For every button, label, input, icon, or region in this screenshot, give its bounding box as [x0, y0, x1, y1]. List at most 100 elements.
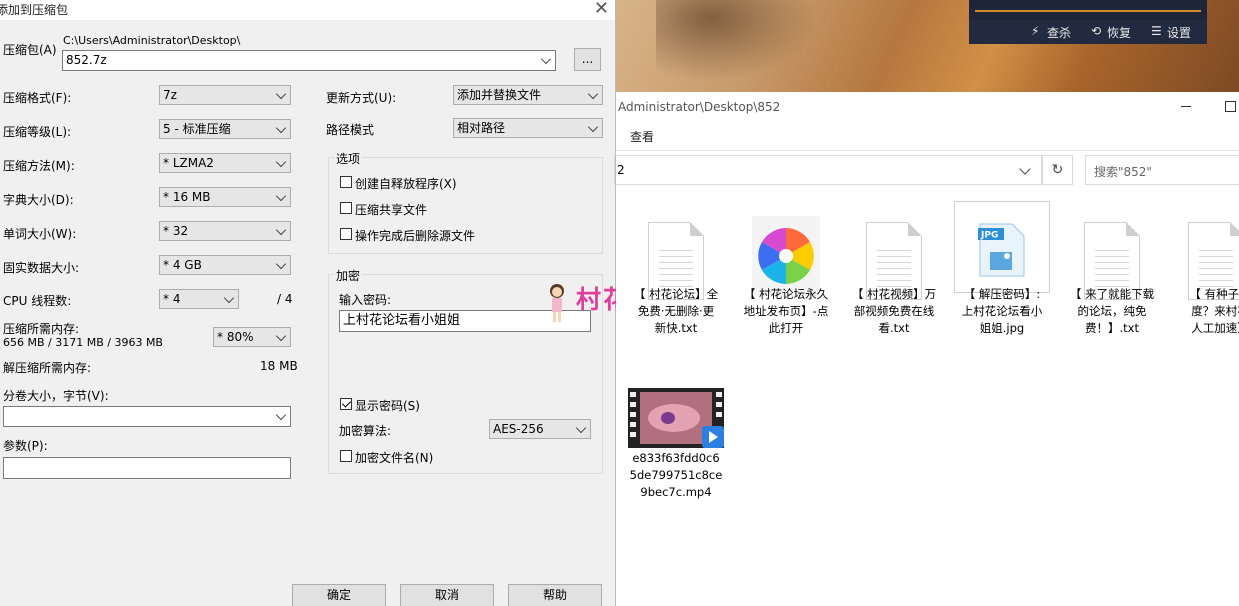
method-label: 压缩方法(M):: [3, 159, 75, 173]
solid-label: 固实数据大小:: [3, 261, 80, 275]
svg-text:JPG: JPG: [980, 231, 998, 241]
close-icon[interactable]: ✕: [594, 0, 609, 19]
solid-select[interactable]: * 4 GB: [159, 255, 291, 275]
options-title: 选项: [334, 150, 363, 167]
shared-checkbox[interactable]: [340, 202, 352, 214]
progress-line: [975, 10, 1201, 12]
ok-button[interactable]: 确定: [292, 584, 386, 606]
restore-icon[interactable]: ⟲: [1091, 24, 1101, 38]
file-name: 【 来了就能下载 的论坛，纯免 费！】.txt: [1069, 287, 1155, 335]
file-item[interactable]: 【 来了就能下载 的论坛，纯免 费！】.txt: [1060, 200, 1164, 350]
archive-label: 压缩包(A): [3, 43, 57, 57]
dict-value: * 16 MB: [163, 190, 211, 204]
solid-value: * 4 GB: [163, 258, 202, 272]
encrypt-names-checkbox[interactable]: [340, 450, 352, 462]
cancel-button[interactable]: 取消: [400, 584, 494, 606]
update-select[interactable]: 添加并替换文件: [453, 85, 603, 105]
chevron-down-icon: [275, 156, 287, 168]
format-value: 7z: [163, 88, 177, 102]
file-item[interactable]: 【 村花论坛】全 免费·无删除·更 新快.txt: [624, 200, 728, 350]
chevron-down-icon: [275, 88, 287, 100]
refresh-icon[interactable]: ↻: [1042, 155, 1073, 185]
word-label: 单词大小(W):: [3, 227, 77, 241]
pathmode-label: 路径模式: [326, 123, 375, 137]
dialog-titlebar: 添加到压缩包 ✕: [0, 0, 615, 20]
encryption-title: 加密: [334, 267, 363, 284]
update-value: 添加并替换文件: [457, 88, 542, 102]
menu-view[interactable]: 查看: [630, 128, 654, 145]
restore-button[interactable]: 恢复: [1107, 24, 1131, 41]
file-name: 【 村花视频】万 部视频免费在线 看.txt: [851, 287, 937, 335]
params-input[interactable]: [3, 457, 291, 479]
file-item[interactable]: 【 有种子就度？来村花人工加速】: [1168, 200, 1239, 350]
chevron-down-icon: [540, 53, 552, 65]
scan-icon[interactable]: ⚡: [1031, 24, 1039, 38]
archive-dir: C:\Users\Administrator\Desktop\: [63, 34, 241, 47]
delete-label: 操作完成后删除源文件: [355, 229, 476, 243]
scan-button[interactable]: 查杀: [1047, 24, 1071, 41]
file-item[interactable]: 【 村花论坛永久 地址发布页】-点 此打开: [734, 200, 838, 350]
chevron-down-icon: [275, 224, 287, 236]
file-item[interactable]: e833f63fdd0c6 5de799751c8ce 9bec7c.mp4: [624, 382, 728, 532]
word-value: * 32: [163, 224, 189, 238]
method-select[interactable]: * LZMA2: [159, 153, 291, 173]
shared-label: 压缩共享文件: [355, 203, 428, 217]
format-select[interactable]: 7z: [159, 85, 291, 105]
settings-button[interactable]: 设置: [1167, 24, 1191, 41]
level-label: 压缩等级(L):: [3, 125, 72, 139]
word-select[interactable]: * 32: [159, 221, 291, 241]
file-item[interactable]: 【 村花视频】万 部视频免费在线 看.txt: [842, 200, 946, 350]
file-name: 【 村花论坛】全 免费·无删除·更 新快.txt: [633, 287, 719, 335]
settings-icon[interactable]: ☰: [1151, 24, 1162, 38]
decomp-label: 解压缩所需内存:: [3, 361, 92, 375]
password-label: 输入密码:: [339, 293, 392, 307]
help-button[interactable]: 帮助: [508, 584, 602, 606]
split-label: 分卷大小，字节(V):: [3, 389, 109, 403]
sfx-checkbox[interactable]: [340, 176, 352, 188]
mem-percent-select[interactable]: * 80%: [213, 327, 291, 347]
file-name: 【 村花论坛永久 地址发布页】-点 此打开: [743, 287, 829, 335]
search-box[interactable]: 搜索"852": [1085, 155, 1239, 185]
show-password-checkbox[interactable]: [340, 398, 352, 410]
threads-select[interactable]: * 4: [159, 289, 239, 309]
banner-texture: [656, 0, 836, 92]
pathmode-select[interactable]: 相对路径: [453, 118, 603, 138]
threads-total: / 4: [277, 292, 293, 306]
browse-button[interactable]: ...: [574, 48, 601, 71]
address-text: 2: [617, 163, 625, 177]
dict-select[interactable]: * 16 MB: [159, 187, 291, 207]
chevron-down-icon: [587, 88, 599, 100]
show-password-label: 显示密码(S): [355, 399, 420, 413]
params-label: 参数(P):: [3, 439, 48, 453]
file-item[interactable]: JPG 【 解压密码】: 上村花论坛看小 姐姐.jpg: [950, 200, 1054, 350]
chevron-down-icon[interactable]: [1019, 163, 1031, 175]
archive-name-combo[interactable]: 852.7z: [62, 50, 556, 71]
chevron-down-icon: [275, 190, 287, 202]
threads-value: * 4: [163, 292, 181, 306]
delete-checkbox[interactable]: [340, 228, 352, 240]
decomp-value: 18 MB: [260, 359, 298, 373]
window-title-path: Administrator\Desktop\852: [618, 100, 781, 114]
level-select[interactable]: 5 - 标准压缩: [159, 119, 291, 139]
mem-detail: 656 MB / 3171 MB / 3963 MB: [3, 336, 163, 349]
enc-method-select[interactable]: AES-256: [489, 419, 591, 439]
split-select[interactable]: [3, 406, 291, 427]
chevron-down-icon: [275, 122, 287, 134]
mem-label: 压缩所需内存:: [3, 322, 80, 336]
enc-method-label: 加密算法:: [339, 424, 392, 438]
minimize-icon[interactable]: [1181, 106, 1191, 107]
girl-mascot-icon: [550, 284, 564, 322]
update-label: 更新方式(U):: [326, 91, 397, 105]
format-label: 压缩格式(F):: [3, 91, 72, 105]
encrypt-names-label: 加密文件名(N): [355, 451, 434, 465]
file-explorer-window: Administrator\Desktop\852 查看 2 ↻ 搜索"852"…: [614, 92, 1239, 606]
chevron-down-icon: [275, 409, 287, 421]
enc-method-value: AES-256: [493, 422, 544, 436]
file-name: 【 解压密码】: 上村花论坛看小 姐姐.jpg: [961, 287, 1043, 335]
maximize-icon[interactable]: [1225, 101, 1236, 112]
address-bar[interactable]: 2: [614, 155, 1042, 185]
video-file-thumbnail-icon: [628, 388, 724, 448]
toolbar-menu: ⚡ 查杀 ⟲ 恢复 ☰ 设置: [969, 20, 1207, 44]
add-to-archive-dialog: 添加到压缩包 ✕ 压缩包(A) C:\Users\Administrator\D…: [0, 0, 616, 606]
dict-label: 字典大小(D):: [3, 193, 74, 207]
